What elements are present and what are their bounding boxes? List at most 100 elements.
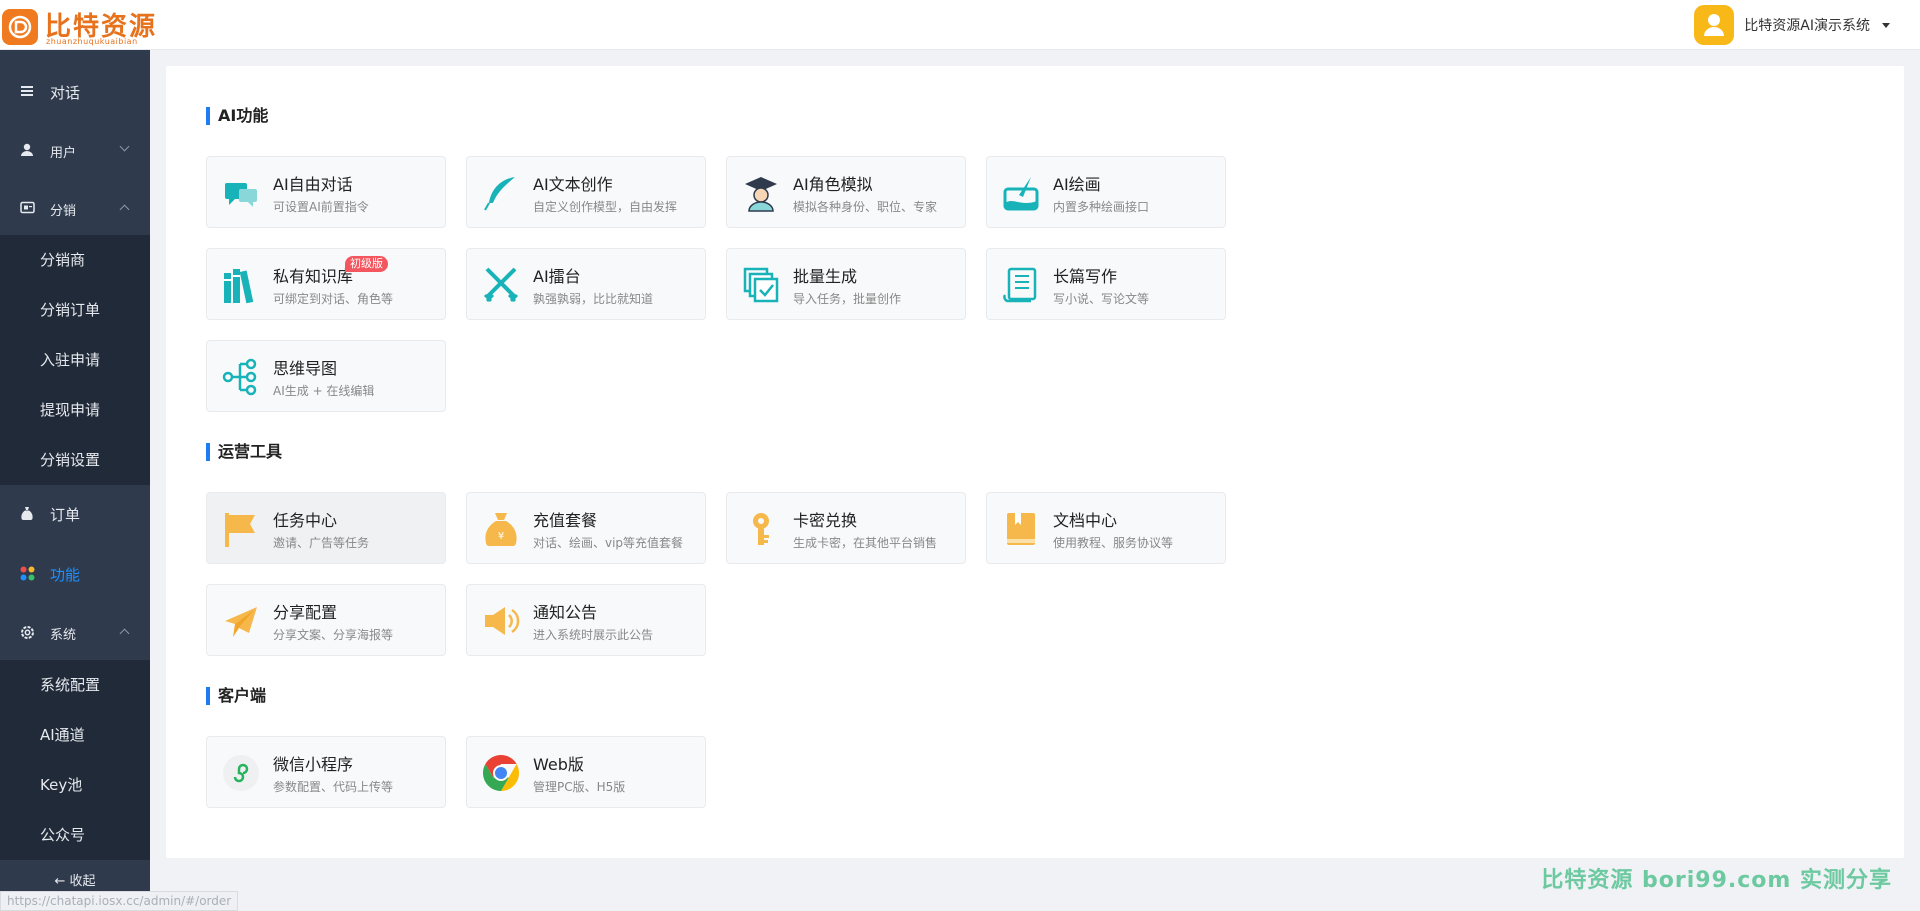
card-title: 任务中心 [273,511,338,530]
wechat-miniprogram-icon [221,753,261,793]
sidebar: 对话 用户 分销 分销商 分销订单 入驻申请 提现申请 分销设置 订单 功能 系… [0,50,150,911]
card-desc: 写小说、写论文等 [1053,292,1150,306]
card-doc-center[interactable]: 文档中心 使用教程、服务协议等 [986,492,1226,564]
card-recharge-packages[interactable]: ¥ 充值套餐 对话、绘画、vip等充值套餐 [466,492,706,564]
card-desc: 参数配置、代码上传等 [273,780,394,794]
svg-text:¥: ¥ [498,531,504,542]
sidebar-item-system-config[interactable]: 系统配置 [0,660,150,710]
card-desc: 分享文案、分享海报等 [273,628,394,642]
status-bar-url: https://chatapi.iosx.cc/admin/#/order [0,891,239,911]
sidebar-item-label: 用户 [50,145,77,161]
sidebar-item-chat[interactable]: 对话 [0,63,150,121]
card-web-version[interactable]: Web版 管理PC版、H5版 [466,736,706,808]
user-name[interactable]: 比特资源AI演示系统 [1744,15,1870,35]
chevron-up-icon [119,204,130,215]
card-long-writing[interactable]: 长篇写作 写小说、写论文等 [986,248,1226,320]
card-title: 长篇写作 [1053,267,1118,286]
crossed-swords-icon [481,265,521,305]
sidebar-item-features[interactable]: 功能 [0,545,150,603]
paper-plane-icon [221,601,261,641]
card-title: 充值套餐 [533,511,598,530]
sidebar-item-users[interactable]: 用户 [0,122,150,180]
card-ai-arena[interactable]: AI擂台 孰强孰弱，比比就知道 [466,248,706,320]
chat-bubbles-icon [221,173,261,213]
sidebar-item-distribution-orders[interactable]: 分销订单 [0,285,150,335]
sidebar-item-ai-channel[interactable]: AI通道 [0,710,150,760]
sidebar-item-key-pool[interactable]: Key池 [0,760,150,810]
card-ai-writing[interactable]: AI文本创作 自定义创作模型，自由发挥 [466,156,706,228]
card-batch-generate[interactable]: 批量生成 导入任务，批量创作 [726,248,966,320]
sidebar-item-label: 订单 [50,505,81,524]
caret-down-icon[interactable] [1882,22,1890,28]
gear-icon [20,625,36,641]
card-desc: 使用教程、服务协议等 [1053,536,1174,550]
logo[interactable]: 比特资源 zhuanzhuqukuaibian [0,6,155,46]
card-ai-role[interactable]: AI角色模拟 模拟各种身份、职位、专家 [726,156,966,228]
card-desc: 对话、绘画、vip等充值套餐 [533,536,684,550]
card-title: 文档中心 [1053,511,1118,530]
top-bar: 比特资源 zhuanzhuqukuaibian 比特资源AI演示系统 [0,0,1920,50]
chrome-icon [481,753,521,793]
card-title: AI绘画 [1053,175,1101,194]
distribution-icon [20,201,36,217]
feather-pen-icon [481,173,521,213]
sidebar-item-label: 功能 [50,565,81,584]
card-desc: 可设置AI前置指令 [273,200,369,214]
card-knowledge-base[interactable]: 私有知识库 初级版 可绑定到对话、角色等 [206,248,446,320]
card-title: AI文本创作 [533,175,613,194]
chevron-down-icon [119,141,130,152]
paint-brush-icon [1001,173,1041,213]
card-title: 私有知识库 [273,267,354,286]
card-card-code-exchange[interactable]: 卡密兑换 生成卡密，在其他平台销售 [726,492,966,564]
sidebar-item-system[interactable]: 系统 [0,604,150,662]
graduate-icon [741,173,781,213]
card-ai-chat[interactable]: AI自由对话 可设置AI前置指令 [206,156,446,228]
books-icon [221,265,261,305]
card-task-center[interactable]: 任务中心 邀请、广告等任务 [206,492,446,564]
level-badge: 初级版 [345,256,388,272]
card-desc: 可绑定到对话、角色等 [273,292,394,306]
user-menu[interactable]: 比特资源AI演示系统 [1694,4,1890,46]
card-ai-painting[interactable]: AI绘画 内置多种绘画接口 [986,156,1226,228]
flag-icon [221,509,261,549]
speaker-icon [481,601,521,641]
card-desc: 导入任务，批量创作 [793,292,902,306]
section-title-client: 客户端 [206,687,266,705]
key-icon [741,509,781,549]
logo-subtitle: zhuanzhuqukuaibian [46,37,138,46]
card-title: 分享配置 [273,603,338,622]
sidebar-item-orders[interactable]: 订单 [0,485,150,543]
card-share-config[interactable]: 分享配置 分享文案、分享海报等 [206,584,446,656]
sidebar-item-label: 对话 [50,83,81,102]
mindmap-icon [221,357,261,397]
card-desc: 自定义创作模型，自由发挥 [533,200,678,214]
card-desc: 模拟各种身份、职位、专家 [793,200,938,214]
book-icon [1001,509,1041,549]
card-notice[interactable]: 通知公告 进入系统时展示此公告 [466,584,706,656]
card-mindmap[interactable]: 思维导图 AI生成 + 在线编辑 [206,340,446,412]
card-title: AI自由对话 [273,175,353,194]
logo-icon [2,9,38,45]
sidebar-item-label: 系统 [50,627,77,643]
menu-icon [20,84,36,100]
scroll-icon [1001,265,1041,305]
watermark: 比特资源 bori99.com 实测分享 [1541,868,1892,893]
sidebar-item-join-requests[interactable]: 入驻申请 [0,335,150,385]
batch-check-icon [741,265,781,305]
distribution-submenu: 分销商 分销订单 入驻申请 提现申请 分销设置 [0,235,150,485]
sidebar-item-distribution-settings[interactable]: 分销设置 [0,435,150,485]
card-title: 微信小程序 [273,755,354,774]
section-title-ops: 运营工具 [206,443,282,461]
card-desc: 管理PC版、H5版 [533,780,626,794]
card-wechat-miniprogram[interactable]: 微信小程序 参数配置、代码上传等 [206,736,446,808]
sidebar-item-label: 分销 [50,203,77,219]
chevron-up-icon [119,628,130,639]
sidebar-item-distribution[interactable]: 分销 [0,180,150,238]
sidebar-item-official-account[interactable]: 公众号 [0,810,150,860]
card-desc: 生成卡密，在其他平台销售 [793,536,938,550]
avatar[interactable] [1694,5,1735,45]
main-panel: AI功能 AI自由对话 可设置AI前置指令 AI文本创作 自定义创作模型，自由发… [166,66,1904,858]
sidebar-item-withdraw-requests[interactable]: 提现申请 [0,385,150,435]
sidebar-item-distributors[interactable]: 分销商 [0,235,150,285]
card-title: 批量生成 [793,267,858,286]
